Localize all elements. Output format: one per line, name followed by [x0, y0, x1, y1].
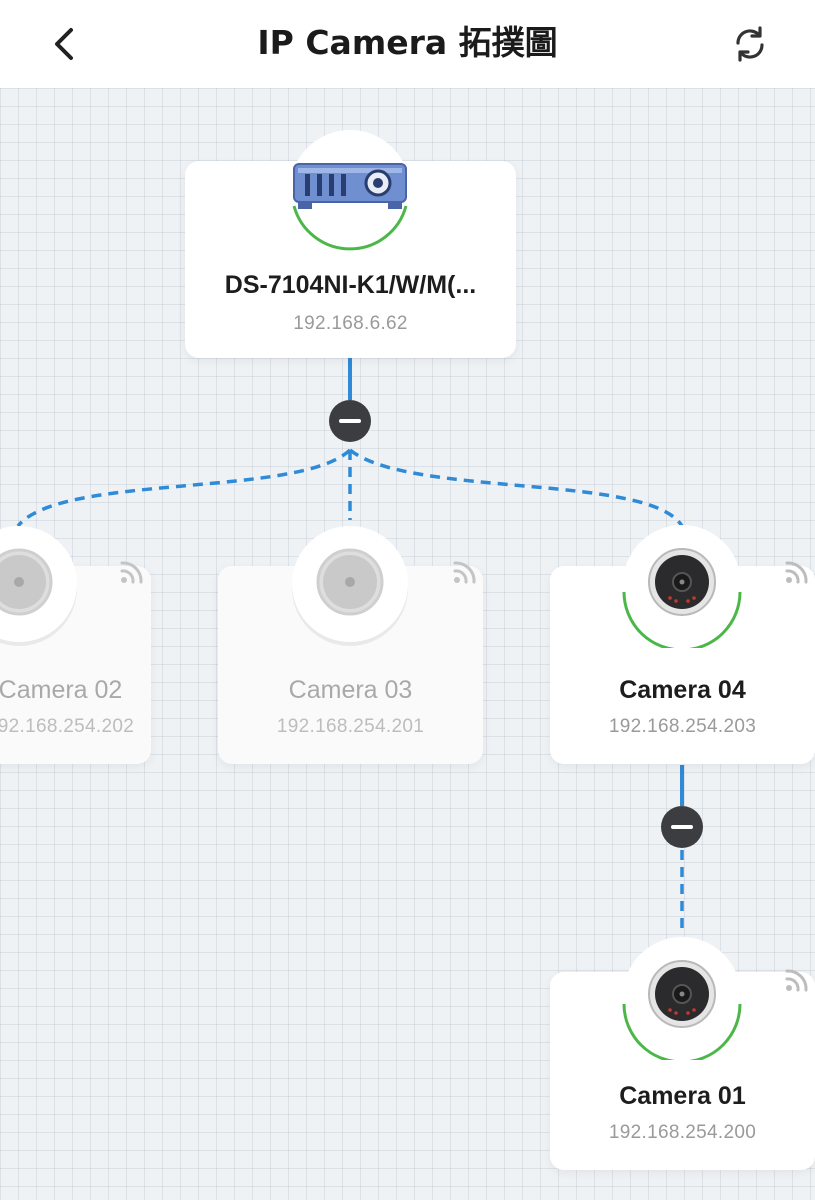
camera-node-card[interactable]: Camera 01 192.168.254.200	[550, 937, 815, 1170]
nvr-name: DS-7104NI-K1/W/M(...	[224, 271, 477, 299]
camera-icon	[292, 526, 408, 646]
signal-icon	[785, 561, 808, 584]
refresh-button[interactable]	[726, 22, 774, 66]
camera-node-card[interactable]: Camera 04 192.168.254.203	[550, 525, 815, 764]
camera-name: Camera 04	[619, 676, 746, 704]
page-title: IP Camera 拓撲圖	[257, 23, 558, 62]
camera-name: Camera 02	[0, 676, 123, 704]
signal-icon	[785, 969, 808, 992]
camera-ip: 192.168.254.200	[608, 1122, 757, 1143]
topology-canvas[interactable]: DS-7104NI-K1/W/M(... 192.168.6.62 Camera…	[0, 88, 815, 1200]
camera-ip: 192.168.254.202	[0, 716, 135, 737]
nvr-ip: 192.168.6.62	[293, 313, 408, 334]
camera-ip: 192.168.254.201	[276, 716, 425, 737]
collapse-camera-04-button[interactable]	[661, 806, 703, 848]
camera-icon	[622, 937, 742, 1060]
camera-name: Camera 03	[288, 676, 413, 704]
signal-icon	[453, 561, 476, 584]
signal-icon	[120, 561, 143, 584]
refresh-icon	[736, 26, 764, 62]
top-bar: IP Camera 拓撲圖	[0, 0, 815, 88]
collapse-nvr-button[interactable]	[329, 400, 371, 442]
camera-node-card[interactable]: Camera 03 192.168.254.201	[218, 526, 483, 764]
link-to-camera-04	[348, 448, 684, 527]
nvr-device-icon	[290, 130, 410, 251]
camera-ip: 192.168.254.203	[608, 716, 757, 737]
camera-icon	[0, 526, 77, 646]
camera-node-card[interactable]: Camera 02 192.168.254.202	[0, 526, 151, 764]
camera-icon	[622, 525, 742, 648]
link-to-camera-02	[16, 448, 352, 528]
camera-name: Camera 01	[619, 1082, 746, 1110]
nvr-node-card[interactable]: DS-7104NI-K1/W/M(... 192.168.6.62	[185, 130, 516, 358]
